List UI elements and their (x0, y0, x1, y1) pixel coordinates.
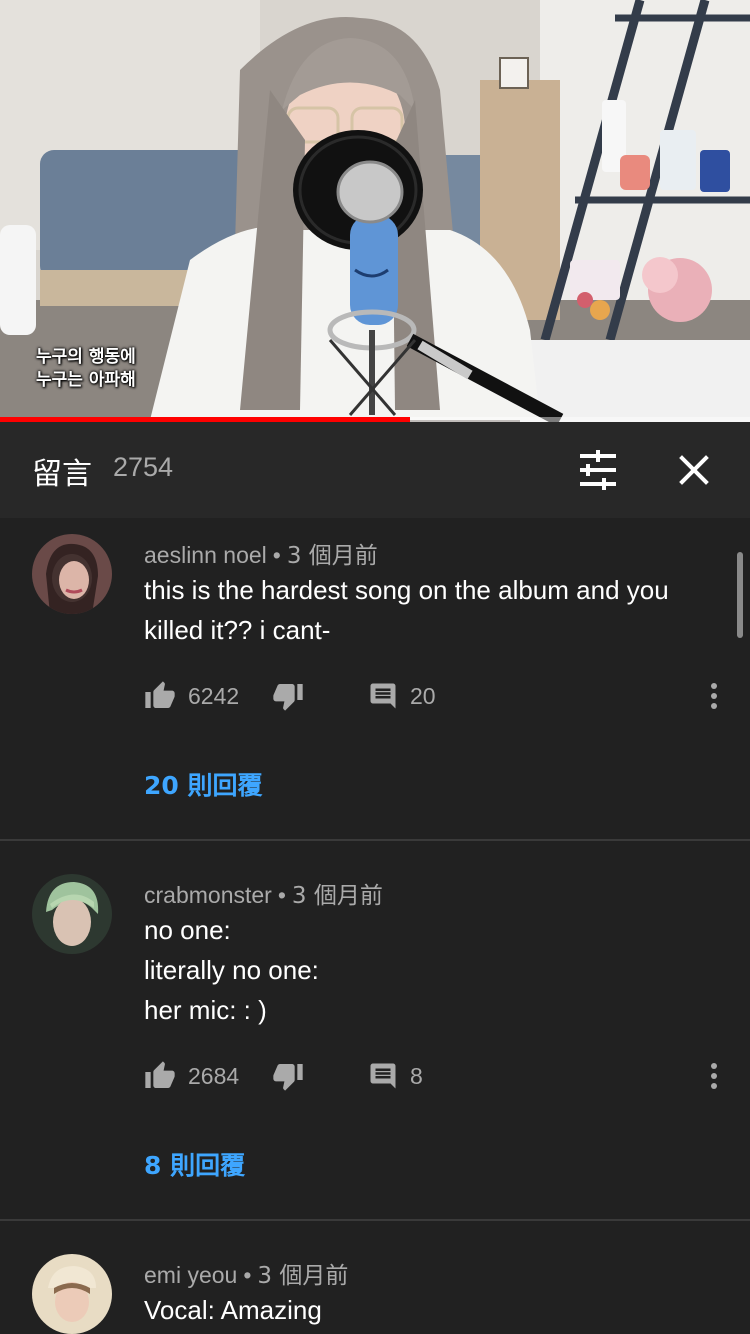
comment-text-line: her mic: : ) (144, 995, 267, 1025)
comment-icon (370, 1063, 396, 1089)
view-replies-link[interactable]: 20 則回覆 (144, 766, 263, 802)
comment-text-line: no one: (144, 915, 231, 945)
comment-actions: 2684 8 (144, 1056, 734, 1096)
comment-list-scrollbar[interactable] (737, 552, 743, 638)
comment-text: this is the hardest song on the album an… (144, 570, 724, 650)
meta-separator: • (277, 882, 286, 908)
close-icon (679, 455, 709, 485)
comment-text-line: this is the hardest song on the album an… (144, 575, 669, 605)
comment-meta: aeslinn noel • 3 個月前 (144, 536, 378, 570)
comments-title: 留言 (32, 457, 92, 492)
subtitle-line-1: 누구의 행동에 (36, 347, 136, 367)
comment-text: Vocal: Amazing (144, 1290, 724, 1330)
comment-text-line: killed it?? i cant- (144, 615, 331, 645)
comment-text: no one: literally no one: her mic: : ) (144, 910, 724, 1030)
sort-comments-button[interactable] (574, 446, 622, 494)
close-comments-button[interactable] (670, 446, 718, 494)
comment-author[interactable]: aeslinn noel (144, 542, 267, 568)
comments-header: 留言 2754 (0, 422, 750, 518)
more-vert-icon (711, 683, 717, 709)
comments-count: 2754 (113, 452, 174, 482)
thumbs-up-icon (145, 1061, 175, 1088)
comment-text-line: Vocal: Amazing (144, 1295, 322, 1325)
comment-time: 3 個月前 (286, 543, 378, 569)
avatar-image (32, 1254, 112, 1334)
avatar[interactable] (32, 874, 112, 954)
comment-author[interactable]: emi yeou (144, 1262, 237, 1288)
comment-item: emi yeou • 3 個月前 Vocal: Amazing (0, 1238, 750, 1334)
comment-item: crabmonster • 3 個月前 no one: literally no o… (0, 858, 750, 1218)
comment-item: aeslinn noel • 3 個月前 this is the hardest s… (0, 518, 750, 840)
comment-meta: crabmonster • 3 個月前 (144, 876, 383, 910)
dislike-button[interactable] (272, 1056, 304, 1096)
comment-time: 3 個月前 (257, 1263, 349, 1289)
video-subtitle: 누구의 행동에 누구는 아파해 (36, 346, 136, 392)
avatar-image (32, 874, 112, 954)
like-count: 6242 (188, 682, 240, 709)
reply-count: 20 (410, 682, 436, 709)
comment-text-line: literally no one: (144, 955, 319, 985)
reply-count: 8 (410, 1062, 423, 1089)
thumbs-down-icon (273, 684, 303, 711)
like-count: 2684 (188, 1062, 240, 1089)
view-replies-link[interactable]: 8 則回覆 (144, 1146, 245, 1182)
thumbs-up-icon (145, 681, 175, 708)
more-options-button[interactable] (700, 676, 728, 716)
more-vert-icon (711, 1063, 717, 1089)
like-button[interactable]: 6242 (144, 676, 239, 716)
avatar[interactable] (32, 1254, 112, 1334)
reply-button[interactable]: 20 (368, 676, 436, 716)
comment-list[interactable]: aeslinn noel • 3 個月前 this is the hardest s… (0, 518, 750, 1334)
comment-divider (0, 839, 750, 841)
comment-author[interactable]: crabmonster (144, 882, 272, 908)
meta-separator: • (272, 542, 281, 568)
dislike-button[interactable] (272, 676, 304, 716)
reply-button[interactable]: 8 (368, 1056, 423, 1096)
avatar-image (32, 534, 112, 614)
meta-separator: • (243, 1262, 252, 1288)
tune-icon (580, 450, 616, 490)
thumbs-down-icon (273, 1064, 303, 1091)
comment-time: 3 個月前 (291, 883, 383, 909)
comment-divider (0, 1219, 750, 1221)
like-button[interactable]: 2684 (144, 1056, 239, 1096)
more-options-button[interactable] (700, 1056, 728, 1096)
comment-actions: 6242 20 (144, 676, 734, 716)
comment-icon (370, 683, 396, 709)
subtitle-line-2: 누구는 아파해 (36, 370, 136, 390)
avatar[interactable] (32, 534, 112, 614)
comment-meta: emi yeou • 3 個月前 (144, 1256, 348, 1290)
video-player[interactable]: 누구의 행동에 누구는 아파해 (0, 0, 750, 422)
